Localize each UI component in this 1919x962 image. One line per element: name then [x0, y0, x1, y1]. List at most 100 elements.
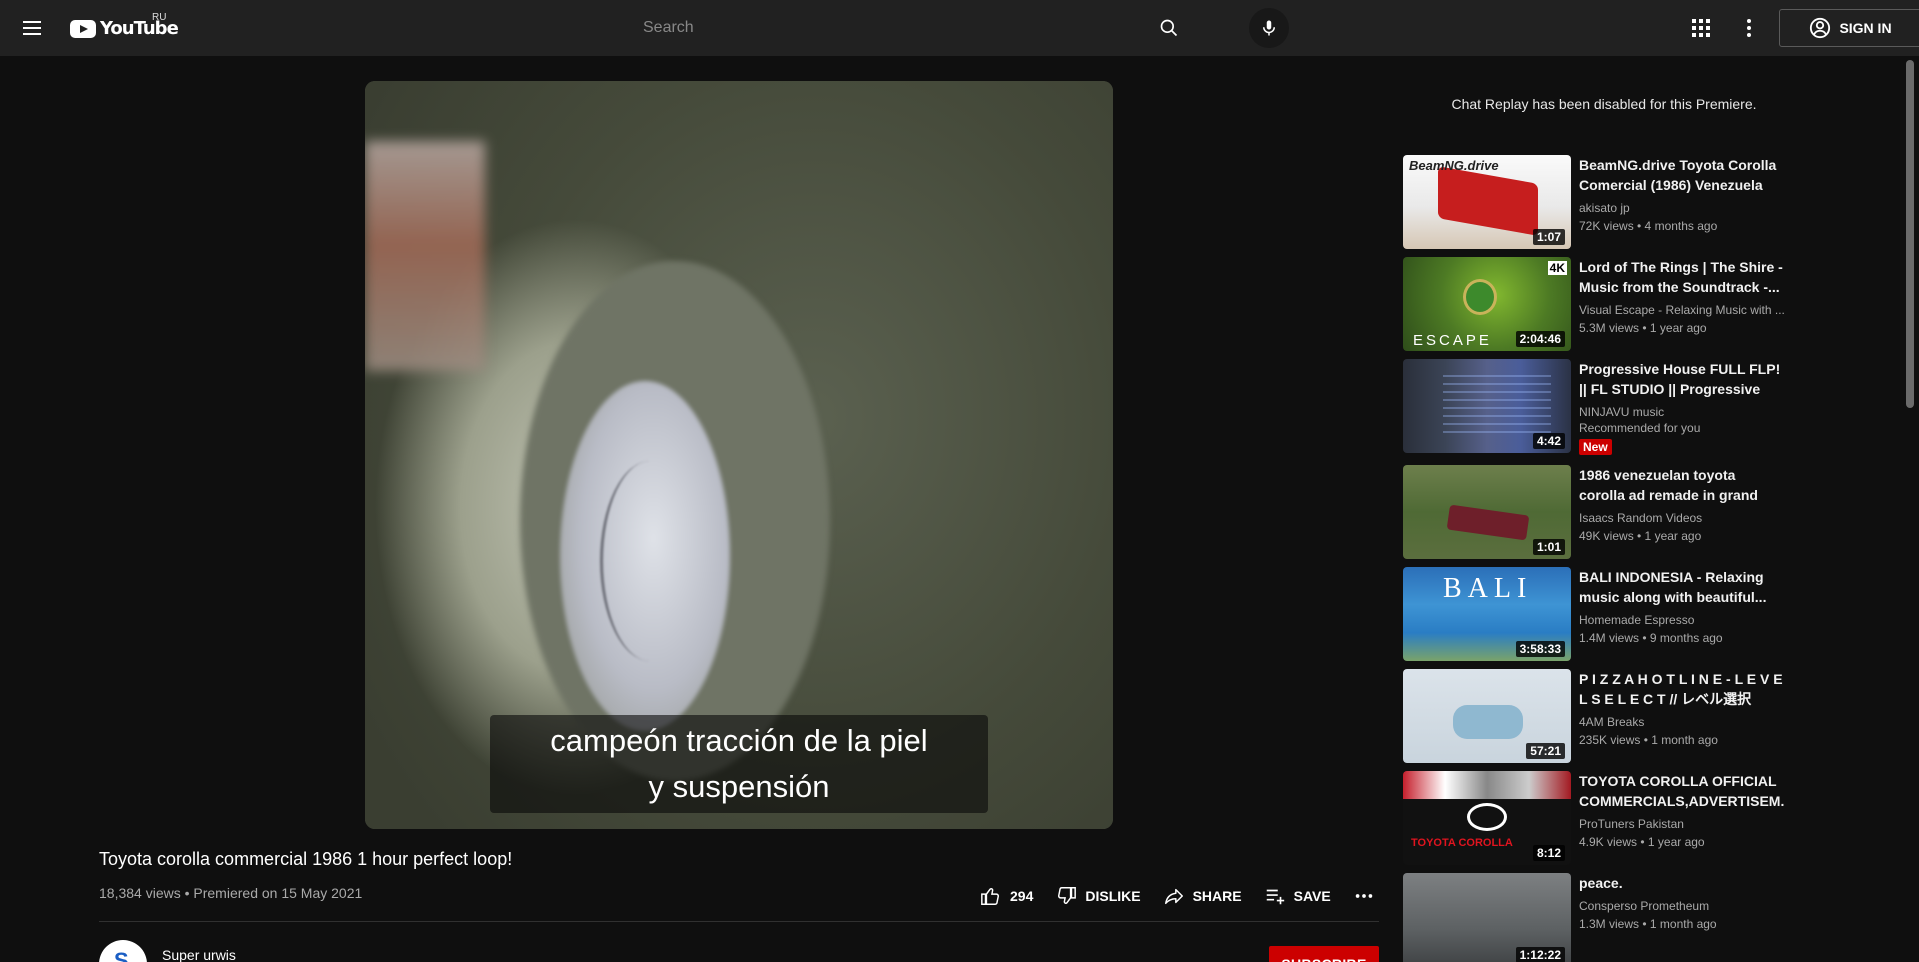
recommendation-stats: 1.4M views • 9 months ago — [1579, 631, 1723, 645]
thumbnail-strip — [1403, 771, 1571, 799]
recommendation-info: BeamNG.drive Toyota Corolla Comercial (1… — [1579, 155, 1785, 233]
search-box — [628, 10, 1201, 46]
recommendation-title[interactable]: 1986 venezuelan toyota corolla ad remade… — [1579, 465, 1785, 505]
recommendation-channel: Consperso Prometheum — [1579, 899, 1710, 913]
recommendation-title[interactable]: P I Z Z A H O T L I N E - L E V E L S E … — [1579, 669, 1785, 709]
apps-button[interactable] — [1689, 16, 1713, 40]
video-thumbnail[interactable]: 57:21 — [1403, 669, 1571, 763]
recommendation-item[interactable]: TOYOTA COROLLA 8:12 TOYOTA COROLLA OFFIC… — [1403, 771, 1803, 865]
video-view-count-date: 18,384 views • Premiered on 15 May 2021 — [99, 885, 363, 901]
recommendation-stats: 72K views • 4 months ago — [1579, 219, 1718, 233]
apps-grid-icon — [1692, 19, 1710, 37]
region-code: RU — [152, 12, 167, 23]
dislike-button[interactable]: DISLIKE — [1055, 885, 1141, 907]
recommendation-stats: 49K views • 1 year ago — [1579, 529, 1702, 543]
save-button[interactable]: SAVE — [1264, 885, 1331, 907]
video-thumbnail[interactable]: 4:42 — [1403, 359, 1571, 453]
masthead: YouTube RU SIGN IN — [0, 0, 1919, 56]
recommendation-title[interactable]: BALI INDONESIA - Relaxing music along wi… — [1579, 567, 1785, 607]
channel-avatar-letter: S — [114, 948, 129, 962]
thumbnail-art — [1463, 279, 1497, 315]
share-icon — [1164, 888, 1183, 905]
video-thumbnail[interactable]: 1:12:22 — [1403, 873, 1571, 962]
video-duration: 1:12:22 — [1515, 947, 1565, 962]
toyota-logo-icon — [1467, 803, 1507, 831]
recommendation-stats: 4.9K views • 1 year ago — [1579, 835, 1705, 849]
subscribe-button[interactable]: SUBSCRIBE — [1269, 946, 1379, 962]
more-actions-button[interactable] — [1353, 885, 1375, 907]
recommendation-channel: NINJAVU music — [1579, 405, 1665, 419]
recommendation-title[interactable]: peace. — [1579, 873, 1785, 893]
thumbnail-4k-badge: 4K — [1547, 261, 1567, 275]
recommendation-item[interactable]: 1:12:22 peace. Consperso Prometheum 1.3M… — [1403, 873, 1803, 962]
search-button[interactable] — [1137, 10, 1201, 46]
video-duration: 3:58:33 — [1515, 641, 1565, 657]
guide-menu-button[interactable] — [20, 16, 44, 40]
recommendation-channel: akisato jp — [1579, 201, 1630, 215]
caption-line: y suspensión — [648, 769, 830, 804]
like-button[interactable]: 294 — [980, 885, 1033, 907]
video-actions: 294 DISLIKE SHARE SAVE — [980, 884, 1397, 908]
sign-in-label: SIGN IN — [1839, 20, 1892, 36]
like-count: 294 — [1010, 888, 1034, 904]
recommendation-item[interactable]: 1:01 1986 venezuelan toyota corolla ad r… — [1403, 465, 1803, 559]
recommendation-item[interactable]: BALI 3:58:33 BALI INDONESIA - Relaxing m… — [1403, 567, 1803, 661]
save-label: SAVE — [1293, 888, 1331, 904]
thumbnail-car — [1446, 504, 1530, 541]
recommendation-info: Progressive House FULL FLP! || FL STUDIO… — [1579, 359, 1785, 456]
thumbnail-label: BeamNG.drive — [1409, 158, 1499, 173]
video-duration: 8:12 — [1532, 845, 1565, 861]
thumbnail-label: TOYOTA COROLLA — [1411, 837, 1513, 849]
recommendation-title[interactable]: Lord of The Rings | The Shire - Music fr… — [1579, 257, 1785, 297]
recommendation-info: 1986 venezuelan toyota corolla ad remade… — [1579, 465, 1785, 543]
recommendation-item[interactable]: 4:42 Progressive House FULL FLP! || FL S… — [1403, 359, 1803, 456]
caption-line: campeón tracción de la piel — [550, 723, 928, 758]
page-scrollbar[interactable] — [1906, 60, 1914, 408]
recommendation-stats: 235K views • 1 month ago — [1579, 733, 1718, 747]
recommendation-title[interactable]: Progressive House FULL FLP! || FL STUDIO… — [1579, 359, 1785, 399]
account-icon — [1810, 17, 1831, 39]
video-frame-wheel-rim — [600, 461, 700, 661]
video-thumbnail[interactable]: BALI 3:58:33 — [1403, 567, 1571, 661]
settings-more-button[interactable] — [1737, 16, 1761, 40]
thumbs-up-icon — [981, 888, 999, 905]
video-thumbnail[interactable]: BeamNG.drive 1:07 — [1403, 155, 1571, 249]
hamburger-icon-line — [23, 33, 41, 35]
recommendation-channel: 4AM Breaks — [1579, 715, 1645, 729]
channel-name[interactable]: Super urwis — [162, 947, 236, 962]
thumbnail-art — [1443, 369, 1551, 433]
video-player[interactable]: campeón tracción de la piel y suspensión — [365, 81, 1113, 829]
video-duration: 2:04:46 — [1515, 331, 1565, 347]
playlist-add-icon — [1266, 889, 1284, 905]
thumbnail-gamepad — [1453, 705, 1523, 739]
video-title: Toyota corolla commercial 1986 1 hour pe… — [99, 849, 513, 869]
search-icon — [1160, 19, 1178, 37]
recommendation-info: P I Z Z A H O T L I N E - L E V E L S E … — [1579, 669, 1785, 747]
recommendation-title[interactable]: BeamNG.drive Toyota Corolla Comercial (1… — [1579, 155, 1785, 195]
share-button[interactable]: SHARE — [1163, 885, 1242, 907]
recommendation-item[interactable]: 57:21 P I Z Z A H O T L I N E - L E V E … — [1403, 669, 1803, 763]
recommendation-item[interactable]: BeamNG.drive 1:07 BeamNG.drive Toyota Co… — [1403, 155, 1803, 249]
recommendation-item[interactable]: 4K ESCAPE 2:04:46 Lord of The Rings | Th… — [1403, 257, 1803, 351]
video-duration: 4:42 — [1532, 433, 1565, 449]
recommendation-title[interactable]: TOYOTA COROLLA OFFICIAL COMMERCIALS,ADVE… — [1579, 771, 1785, 811]
dislike-label: DISLIKE — [1085, 888, 1141, 904]
search-input[interactable] — [628, 10, 1137, 46]
voice-search-button[interactable] — [1249, 8, 1289, 48]
recommendation-channel: Homemade Espresso — [1579, 613, 1695, 627]
channel-avatar[interactable]: S — [99, 940, 147, 962]
recommendation-stats: Recommended for you — [1579, 421, 1701, 435]
video-thumbnail[interactable]: TOYOTA COROLLA 8:12 — [1403, 771, 1571, 865]
thumbnail-label: BALI — [1443, 573, 1533, 604]
recommendation-info: peace. Consperso Prometheum 1.3M views •… — [1579, 873, 1785, 931]
video-thumbnail[interactable]: 1:01 — [1403, 465, 1571, 559]
new-badge: New — [1579, 439, 1612, 455]
thumbnail-label: ESCAPE — [1413, 332, 1492, 349]
youtube-play-icon — [70, 19, 96, 38]
sign-in-button[interactable]: SIGN IN — [1779, 9, 1919, 47]
video-thumbnail[interactable]: 4K ESCAPE 2:04:46 — [1403, 257, 1571, 351]
recommendation-info: TOYOTA COROLLA OFFICIAL COMMERCIALS,ADVE… — [1579, 771, 1785, 849]
video-duration: 1:01 — [1532, 539, 1565, 555]
recommendation-stats: 1.3M views • 1 month ago — [1579, 917, 1717, 931]
thumbs-down-icon — [1058, 887, 1077, 904]
